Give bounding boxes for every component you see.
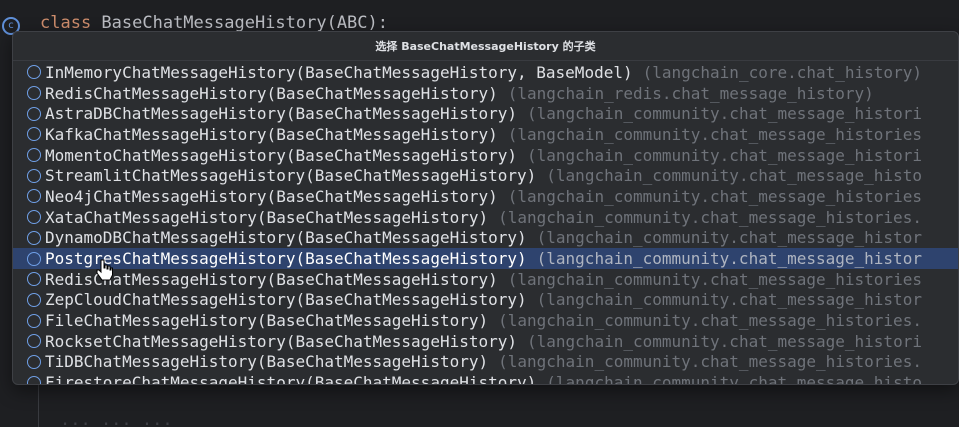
module-path: (langchain_community.chat_message_histor…	[527, 145, 922, 165]
class-icon	[27, 127, 41, 142]
module-path: (langchain_community.chat_message_histor…	[498, 311, 922, 331]
popup-title: 选择 BaseChatMessageHistory 的子类	[13, 32, 958, 61]
class-declaration-rest: BaseChatMessageHistory(ABC):	[91, 13, 388, 33]
class-signature: XataChatMessageHistory(BaseChatMessageHi…	[45, 207, 489, 227]
subclass-list-item[interactable]: RocksetChatMessageHistory(BaseChatMessag…	[13, 331, 958, 352]
module-path: (langchain_community.chat_message_histor	[536, 290, 922, 310]
subclass-list-item[interactable]: Neo4jChatMessageHistory(BaseChatMessageH…	[13, 186, 958, 207]
subclass-list: InMemoryChatMessageHistory(BaseChatMessa…	[13, 62, 958, 385]
subclass-list-item[interactable]: KafkaChatMessageHistory(BaseChatMessageH…	[13, 124, 958, 145]
module-path: (langchain_community.chat_message_histor…	[507, 124, 922, 144]
subclass-list-item[interactable]: PostgresChatMessageHistory(BaseChatMessa…	[13, 248, 958, 269]
class-icon	[27, 272, 41, 287]
keyword-class: class	[40, 13, 92, 33]
class-icon	[27, 292, 41, 307]
subclass-list-item[interactable]: InMemoryChatMessageHistory(BaseChatMessa…	[13, 62, 958, 83]
class-signature: AstraDBChatMessageHistory(BaseChatMessag…	[45, 104, 518, 124]
subclass-list-item[interactable]: ZepCloudChatMessageHistory(BaseChatMessa…	[13, 290, 958, 311]
obscured-code-line: ... ... ...	[60, 410, 173, 427]
subclass-chooser-popup: 选择 BaseChatMessageHistory 的子类 InMemoryCh…	[12, 31, 959, 385]
class-icon	[27, 106, 41, 121]
class-icon	[27, 375, 41, 384]
class-signature: RedisChatMessageHistory(BaseChatMessageH…	[45, 83, 498, 103]
indent-guide	[38, 385, 39, 427]
subclass-list-item[interactable]: FirestoreChatMessageHistory(BaseChatMess…	[13, 372, 958, 385]
class-icon	[27, 334, 41, 349]
subclass-list-item[interactable]: DynamoDBChatMessageHistory(BaseChatMessa…	[13, 228, 958, 249]
class-signature: InMemoryChatMessageHistory(BaseChatMessa…	[45, 62, 633, 82]
subclass-list-item[interactable]: MomentoChatMessageHistory(BaseChatMessag…	[13, 145, 958, 166]
module-path: (langchain_community.chat_message_histor…	[507, 186, 922, 206]
class-signature: PostgresChatMessageHistory(BaseChatMessa…	[45, 249, 527, 269]
class-icon	[27, 168, 41, 183]
module-path: (langchain_community.chat_message_histor…	[498, 352, 922, 372]
module-path: (langchain_community.chat_message_histor	[536, 228, 922, 248]
class-icon	[27, 230, 41, 245]
subclass-list-item[interactable]: RedisChatMessageHistory(BaseChatMessageH…	[13, 269, 958, 290]
class-icon	[27, 86, 41, 101]
class-signature: StreamlitChatMessageHistory(BaseChatMess…	[45, 166, 537, 186]
subclass-list-item[interactable]: StreamlitChatMessageHistory(BaseChatMess…	[13, 165, 958, 186]
class-icon	[27, 148, 41, 163]
subclass-list-item[interactable]: FileChatMessageHistory(BaseChatMessageHi…	[13, 310, 958, 331]
class-signature: KafkaChatMessageHistory(BaseChatMessageH…	[45, 124, 498, 144]
class-declaration-line[interactable]: class BaseChatMessageHistory(ABC):	[40, 13, 388, 33]
subclass-list-item[interactable]: RedisChatMessageHistory(BaseChatMessageH…	[13, 83, 958, 104]
class-icon	[27, 210, 41, 225]
class-signature: ZepCloudChatMessageHistory(BaseChatMessa…	[45, 290, 527, 310]
module-path: (langchain_community.chat_message_histo	[546, 166, 922, 186]
class-signature: FileChatMessageHistory(BaseChatMessageHi…	[45, 311, 489, 331]
module-path: (langchain_community.chat_message_histor…	[507, 269, 922, 289]
class-icon	[27, 354, 41, 369]
class-icon	[27, 189, 41, 204]
class-signature: DynamoDBChatMessageHistory(BaseChatMessa…	[45, 228, 527, 248]
class-signature: RocksetChatMessageHistory(BaseChatMessag…	[45, 331, 518, 351]
class-icon	[27, 65, 41, 80]
module-path: (langchain_community.chat_message_histor…	[498, 207, 922, 227]
module-path: (langchain_community.chat_message_histor…	[527, 331, 922, 351]
class-icon	[27, 251, 41, 266]
class-signature: MomentoChatMessageHistory(BaseChatMessag…	[45, 145, 518, 165]
subclass-list-item[interactable]: AstraDBChatMessageHistory(BaseChatMessag…	[13, 103, 958, 124]
class-signature: TiDBChatMessageHistory(BaseChatMessageHi…	[45, 352, 489, 372]
module-path: (langchain_community.chat_message_histor…	[527, 104, 922, 124]
subclass-list-item[interactable]: TiDBChatMessageHistory(BaseChatMessageHi…	[13, 352, 958, 373]
subclass-list-item[interactable]: XataChatMessageHistory(BaseChatMessageHi…	[13, 207, 958, 228]
module-path: (langchain_community.chat_message_histo	[546, 373, 922, 385]
mouse-pointer-icon	[96, 259, 113, 281]
module-path: (langchain_redis.chat_message_history)	[507, 83, 874, 103]
module-path: (langchain_core.chat_history)	[642, 62, 922, 82]
class-signature: FirestoreChatMessageHistory(BaseChatMess…	[45, 373, 537, 385]
module-path: (langchain_community.chat_message_histor	[536, 249, 922, 269]
class-signature: Neo4jChatMessageHistory(BaseChatMessageH…	[45, 186, 498, 206]
class-icon	[27, 313, 41, 328]
